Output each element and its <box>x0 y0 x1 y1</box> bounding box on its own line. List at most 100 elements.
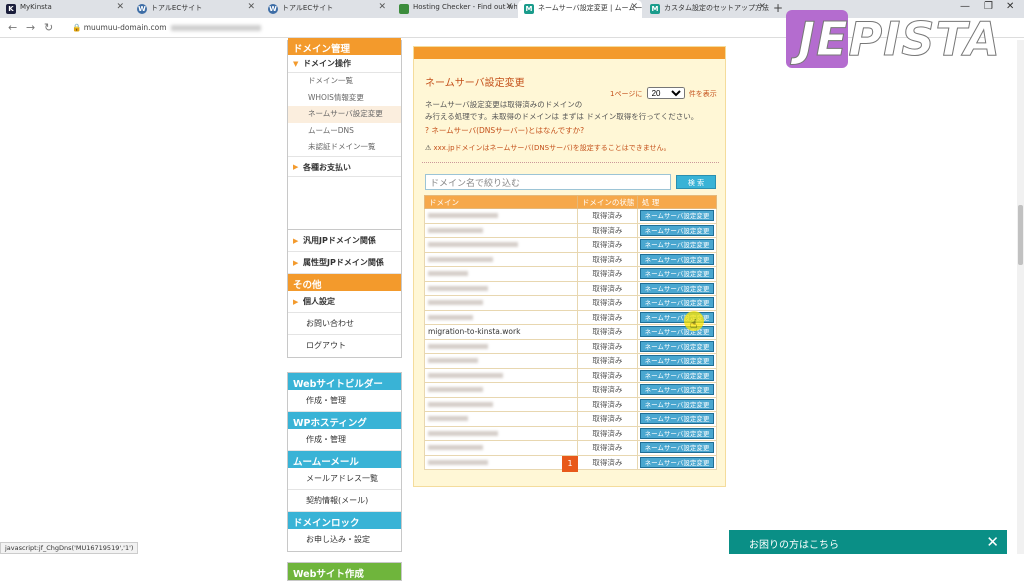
forward-icon[interactable]: → <box>26 21 35 34</box>
nameserver-help-link[interactable]: ? ネームサーバ(DNSサーバー)とはなんですか? <box>425 125 584 136</box>
domain-name: migration-to-kinsta.work <box>428 327 521 337</box>
table-header-row: ドメイン ドメインの状態 処 理 <box>424 195 717 209</box>
tab-ec-site-2[interactable]: W トアルECサイト ✕ <box>262 0 390 18</box>
domain-search-input[interactable]: ドメイン名で絞り込む <box>425 174 671 190</box>
change-nameserver-button[interactable]: ネームサーバ設定変更 <box>640 326 714 338</box>
change-nameserver-button[interactable]: ネームサーバ設定変更 <box>640 398 714 410</box>
sidebar-domain-operations[interactable]: ▼ ドメイン操作 <box>288 55 401 73</box>
description-line-1: ネームサーバ設定変更は取得済みのドメインの <box>425 100 583 109</box>
redacted-domain <box>428 401 493 407</box>
per-page-control: 1ページに 20 件を表示 <box>610 87 717 99</box>
tab-mykinsta[interactable]: K MyKinsta ✕ <box>0 0 128 18</box>
sidebar-item-builder-manage[interactable]: 作成・管理 <box>288 390 401 412</box>
change-nameserver-button[interactable]: ネームサーバ設定変更 <box>640 268 714 280</box>
close-icon[interactable]: ✕ <box>116 2 124 12</box>
tab-title: トアルECサイト <box>282 4 334 12</box>
sidebar-item-personal-settings[interactable]: ▶ 個人設定 <box>288 291 401 313</box>
sidebar-item-nameserver[interactable]: ネームサーバ設定変更 <box>288 106 401 123</box>
close-icon[interactable]: ✕ <box>758 2 766 12</box>
tab-custom-setup[interactable]: M カスタム設定のセットアップ方法 - ムー ✕ <box>644 0 770 18</box>
change-nameserver-button[interactable]: ネームサーバ設定変更 <box>640 456 714 468</box>
change-nameserver-button[interactable]: ネームサーバ設定変更 <box>640 224 714 236</box>
action-cell: ネームサーバ設定変更 <box>637 440 717 456</box>
change-nameserver-button[interactable]: ネームサーバ設定変更 <box>640 442 714 454</box>
help-widget[interactable]: お困りの方はこちら ✕ <box>729 530 1007 554</box>
action-cell: ネームサーバ設定変更 <box>637 454 717 470</box>
new-tab-button[interactable]: + <box>773 1 783 15</box>
sidebar-item-domain-list[interactable]: ドメイン一覧 <box>288 73 401 90</box>
website-builder-header: Webサイトビルダー <box>288 373 401 390</box>
change-nameserver-button[interactable]: ネームサーバ設定変更 <box>640 413 714 425</box>
table-row: 取得済み ネームサーバ設定変更 <box>424 251 717 267</box>
back-icon[interactable]: ← <box>8 21 17 34</box>
sidebar-item-attribute-jp[interactable]: ▶ 属性型JPドメイン関係 <box>288 252 401 274</box>
sidebar-item-mail-addresses[interactable]: メールアドレス一覧 <box>288 468 401 490</box>
close-icon[interactable]: ✕ <box>630 2 638 12</box>
sidebar-item-logout[interactable]: ログアウト <box>288 335 401 357</box>
per-page-select[interactable]: 20 <box>646 87 685 99</box>
scrollbar-thumb[interactable] <box>1018 205 1023 265</box>
sidebar-item-domain-lock-apply[interactable]: お申し込み・設定 <box>288 529 401 551</box>
page-scrollbar[interactable] <box>1017 40 1024 554</box>
action-cell: ネームサーバ設定変更 <box>637 324 717 340</box>
wordpress-favicon-icon: W <box>137 4 147 14</box>
website-creation-panel: Webサイト作成 <box>287 562 402 581</box>
change-nameserver-button[interactable]: ネームサーバ設定変更 <box>640 340 714 352</box>
per-page-suffix: 件を表示 <box>688 90 717 98</box>
table-row: 取得済み ネームサーバ設定変更 <box>424 396 717 412</box>
sidebar-item-label: 汎用JPドメイン関係 <box>303 236 376 245</box>
tab-nameserver-settings[interactable]: M ネームサーバ設定変更 | ムームードメイン ✕ <box>518 0 642 18</box>
domain-status: 取得済み <box>576 338 639 354</box>
redacted-domain <box>428 271 468 277</box>
table-row: migration-to-kinsta.work 取得済み ネームサーバ設定変更 <box>424 324 717 340</box>
change-nameserver-button[interactable]: ネームサーバ設定変更 <box>640 355 714 367</box>
search-button[interactable]: 検 索 <box>676 175 716 189</box>
sidebar-item-whois[interactable]: WHOIS情報変更 <box>288 90 401 107</box>
close-icon[interactable]: ✕ <box>505 2 513 12</box>
sidebar-item-wp-manage[interactable]: 作成・管理 <box>288 429 401 451</box>
sidebar-item-label: ドメイン操作 <box>303 59 351 68</box>
change-nameserver-button[interactable]: ネームサーバ設定変更 <box>640 369 714 381</box>
muumuu-favicon-icon: M <box>524 4 534 14</box>
page-number-button[interactable]: 1 <box>562 456 578 472</box>
sidebar-item-contact[interactable]: お問い合わせ <box>288 313 401 335</box>
sidebar-item-general-jp[interactable]: ▶ 汎用JPドメイン関係 <box>288 230 401 252</box>
change-nameserver-button[interactable]: ネームサーバ設定変更 <box>640 239 714 251</box>
help-link-text: ネームサーバ(DNSサーバー)とはなんですか? <box>431 126 585 135</box>
sidebar-item-muumuu-dns[interactable]: ムームーDNS <box>288 123 401 140</box>
action-cell: ネームサーバ設定変更 <box>637 367 717 383</box>
tab-title: カスタム設定のセットアップ方法 - ムー <box>664 4 770 12</box>
sidebar-item-payments[interactable]: ▶ 各種お支払い <box>288 155 401 177</box>
table-row: 取得済み ネームサーバ設定変更 <box>424 280 717 296</box>
change-nameserver-button[interactable]: ネームサーバ設定変更 <box>640 253 714 265</box>
change-nameserver-button[interactable]: ネームサーバ設定変更 <box>640 427 714 439</box>
domain-table-body: 取得済み ネームサーバ設定変更 取得済み ネームサーバ設定変更 取得済み ネームサーバ設定… <box>424 208 717 470</box>
domain-cell <box>424 208 578 224</box>
domain-status: 取得済み <box>576 454 639 470</box>
tab-hosting-checker[interactable]: Hosting Checker - Find out who ✕ <box>393 0 517 18</box>
close-icon[interactable]: ✕ <box>378 2 386 12</box>
sidebar-item-mail-contract[interactable]: 契約情報(メール) <box>288 490 401 512</box>
logo-text: JEPISTA <box>798 12 1001 67</box>
wordpress-favicon-icon: W <box>268 4 278 14</box>
sidebar-item-unverified-domains[interactable]: 未認証ドメイン一覧 <box>288 139 401 156</box>
url-text: muumuu-domain.com <box>83 23 167 32</box>
close-icon[interactable]: ✕ <box>986 533 999 551</box>
table-row: 取得済み ネームサーバ設定変更 <box>424 382 717 398</box>
change-nameserver-button[interactable]: ネームサーバ設定変更 <box>640 210 714 222</box>
domain-management-panel: ドメイン管理 ▼ ドメイン操作 ドメイン一覧 WHOIS情報変更 ネームサーバ設… <box>287 38 402 230</box>
change-nameserver-button[interactable]: ネームサーバ設定変更 <box>640 282 714 294</box>
tab-ec-site-1[interactable]: W トアルECサイト ✕ <box>131 0 259 18</box>
change-nameserver-button[interactable]: ネームサーバ設定変更 <box>640 384 714 396</box>
muumuu-favicon-icon: M <box>650 4 660 14</box>
domain-status: 取得済み <box>576 396 639 412</box>
reload-icon[interactable]: ↻ <box>44 21 53 34</box>
action-cell: ネームサーバ設定変更 <box>637 411 717 427</box>
domain-table: ドメイン ドメインの状態 処 理 取得済み ネームサーバ設定変更 取得済み ネームサー… <box>424 195 717 470</box>
domain-cell <box>424 396 578 412</box>
change-nameserver-button[interactable]: ネームサーバ設定変更 <box>640 297 714 309</box>
domain-status: 取得済み <box>576 367 639 383</box>
domain-status: 取得済み <box>576 251 639 267</box>
close-icon[interactable]: ✕ <box>247 2 255 12</box>
url-input[interactable]: 🔒 muumuu-domain.com <box>62 21 762 35</box>
